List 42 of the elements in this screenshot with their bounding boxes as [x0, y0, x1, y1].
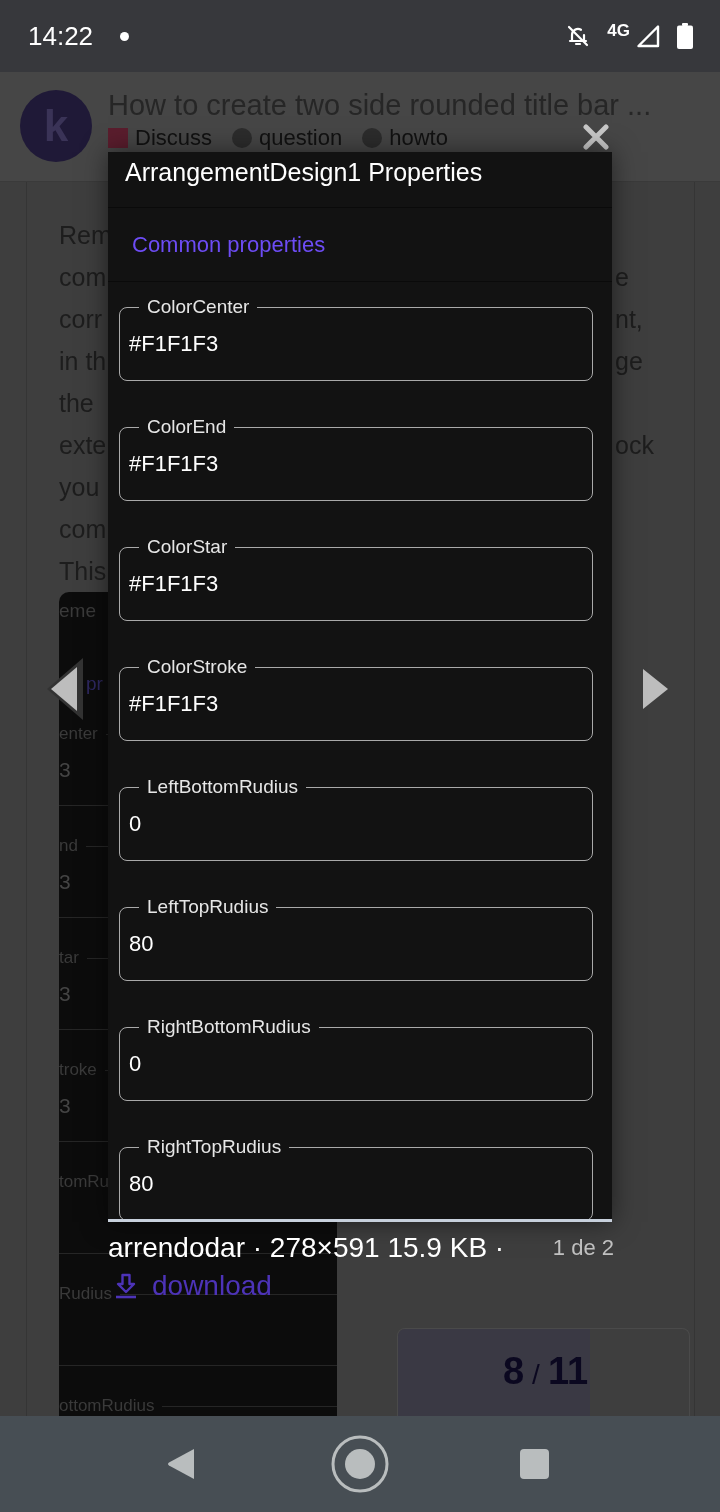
next-button[interactable]	[642, 669, 669, 709]
close-button[interactable]	[581, 123, 611, 151]
signal-icon	[636, 24, 660, 48]
field-label: ColorEnd	[146, 416, 228, 438]
field-value: 3	[59, 757, 71, 783]
field-value: 0	[129, 810, 143, 838]
close-icon	[583, 124, 609, 150]
field-value: 0	[129, 1050, 143, 1078]
panel-title: ArrangementDesign1 Properties	[125, 158, 483, 186]
field-label: ColorStroke	[146, 656, 249, 678]
recents-square-icon	[519, 1449, 549, 1479]
field-label: RightTopRudius	[146, 1136, 283, 1158]
field-value: #F1F1F3	[129, 570, 220, 598]
section-heading: pr	[86, 672, 103, 696]
field-label: ColorCenter	[146, 296, 251, 318]
home-circle-icon	[331, 1435, 389, 1493]
bell-off-icon	[566, 24, 591, 48]
field-label: RightBottomRudius	[146, 1016, 312, 1038]
back-triangle-icon	[166, 1447, 196, 1481]
battery-icon	[677, 23, 693, 49]
field-value: 80	[129, 930, 155, 958]
field-value: #F1F1F3	[129, 690, 220, 718]
field-value: #F1F1F3	[129, 330, 220, 358]
field-label: ColorStar	[146, 536, 229, 558]
field-value: #F1F1F3	[129, 450, 220, 478]
clock-time: 14:22	[28, 21, 94, 51]
field-label: LeftBottomRudius	[146, 776, 300, 798]
section-heading: Common properties	[132, 230, 326, 259]
download-link[interactable]: download	[115, 1270, 272, 1302]
download-icon	[115, 1273, 137, 1299]
field-value: 3	[59, 869, 71, 895]
previous-button[interactable]	[47, 658, 84, 720]
right-triangle-icon	[642, 669, 669, 709]
field-label: LeftTopRudius	[146, 896, 270, 918]
network-type: 4G	[607, 21, 630, 41]
image-counter: 1 de 2	[552, 1234, 614, 1262]
field-value: 3	[59, 1093, 71, 1119]
field-value: 80	[129, 1170, 155, 1198]
image-caption: arrendodar · 278×591 15.9 KB ·	[108, 1232, 505, 1264]
left-triangle-icon	[47, 658, 84, 720]
field-value: 3	[59, 981, 71, 1007]
home-button[interactable]	[330, 1434, 390, 1494]
